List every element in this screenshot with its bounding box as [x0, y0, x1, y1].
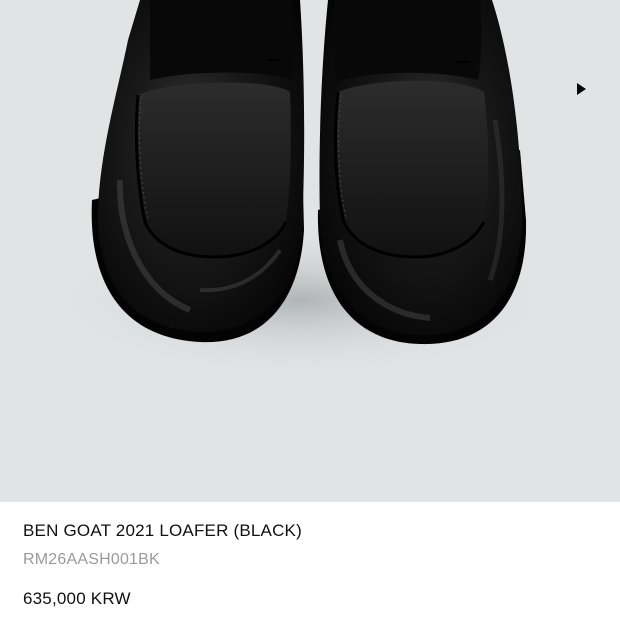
product-sku: RM26AASH001BK	[23, 551, 160, 568]
play-triangle-icon	[576, 83, 586, 95]
product-name[interactable]: BEN GOAT 2021 LOAFER (BLACK)	[23, 521, 302, 541]
product-info: BEN GOAT 2021 LOAFER (BLACK) RM26AASH001…	[0, 502, 620, 620]
next-image-button[interactable]	[570, 78, 592, 100]
right-loafer	[317, 0, 527, 345]
product-image[interactable]	[0, 0, 620, 502]
loafers-photo	[40, 0, 560, 380]
product-card[interactable]: BEN GOAT 2021 LOAFER (BLACK) RM26AASH001…	[0, 0, 620, 620]
left-loafer	[91, 0, 305, 343]
product-price: 635,000 KRW	[23, 589, 131, 608]
